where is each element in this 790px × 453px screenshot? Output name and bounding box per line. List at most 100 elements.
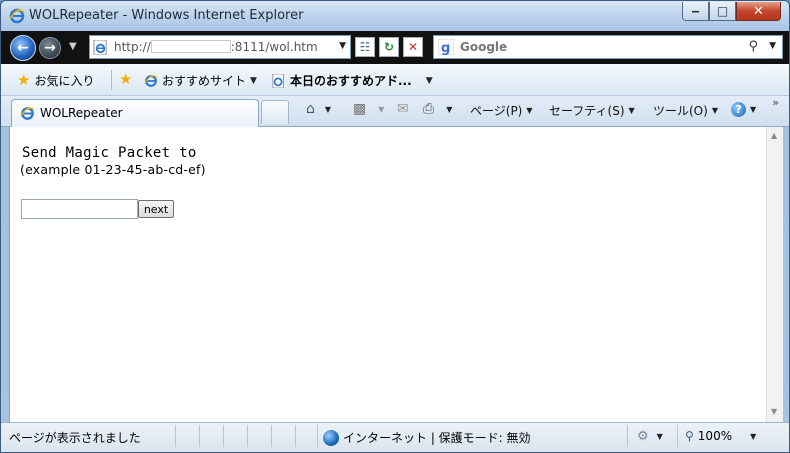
status-divider: [223, 425, 224, 447]
maximize-button[interactable]: □: [709, 2, 736, 21]
status-divider: [317, 425, 318, 447]
close-button[interactable]: ✕: [736, 2, 781, 21]
status-divider: [677, 425, 678, 447]
tab-row: WOLRepeater ⌂ ▼ ▩ ▼ ✉ ⎙ ▼ ページ(P) ▼ セーフティ…: [1, 96, 789, 127]
chevron-down-icon: ▼: [526, 106, 533, 115]
read-mail-button[interactable]: ✉: [397, 102, 409, 116]
zoom-control[interactable]: ⚲ 100% ▼: [685, 429, 756, 443]
refresh-button[interactable]: ↻: [379, 37, 399, 57]
feeds-button[interactable]: ▩ ▼: [353, 102, 384, 116]
google-logo-icon: g: [438, 39, 454, 55]
print-button[interactable]: ⎙ ▼: [423, 102, 452, 116]
add-favorites-button[interactable]: ★: [119, 72, 132, 87]
security-zone[interactable]: インターネット | 保護モード: 無効: [323, 429, 531, 446]
tools-menu-label: ツール(O): [653, 104, 708, 118]
forward-arrow-icon: →: [44, 40, 56, 56]
ie-link-icon: [144, 74, 158, 87]
ie-window: WOLRepeater - Windows Internet Explorer …: [0, 0, 790, 453]
compatibility-view-button[interactable]: ☷: [355, 37, 375, 57]
status-divider: [295, 425, 296, 447]
forward-button[interactable]: →: [39, 37, 61, 59]
chevron-down-icon: ▼: [750, 105, 757, 114]
back-button[interactable]: ←: [10, 35, 36, 61]
chevron-down-icon: ▼: [250, 75, 257, 86]
chevron-down-icon: ▼: [425, 75, 433, 86]
minimize-button[interactable]: ‒: [682, 2, 709, 21]
chevron-down-icon: ▼: [324, 104, 332, 114]
ie-logo-icon: [9, 8, 25, 24]
status-divider: [199, 425, 200, 447]
safety-menu[interactable]: セーフティ(S) ▼: [549, 102, 635, 119]
fav-item-suggested-sites[interactable]: おすすめサイト ▼: [144, 72, 257, 89]
page-content: Send Magic Packet to (example 01-23-45-a…: [9, 127, 782, 422]
internet-globe-icon: [323, 429, 339, 446]
rss-feed-icon: ▩: [353, 101, 367, 117]
favorites-star-icon: ★: [17, 71, 31, 89]
fav-item-label: おすすめサイト: [162, 74, 247, 88]
vertical-scrollbar[interactable]: ▲ ▼: [766, 127, 783, 422]
status-divider: [175, 425, 176, 447]
caption-buttons: ‒ □ ✕: [682, 2, 781, 22]
zoom-level: 100%: [697, 429, 733, 443]
minimize-icon: ‒: [691, 4, 700, 18]
chevron-down-icon: ▼: [750, 431, 757, 441]
home-button[interactable]: ⌂ ▼: [306, 102, 331, 116]
maximize-icon: □: [716, 4, 729, 18]
help-menu[interactable]: ? ▼: [731, 102, 756, 117]
navigation-bar: ← → ▼ http:// :8111/wol.htm ▼ ☷ ↻ ✕ g Goo…: [1, 31, 789, 64]
new-tab-button[interactable]: [261, 100, 289, 124]
page-ie-icon: [93, 40, 107, 55]
favorites-label: お気に入り: [34, 74, 95, 88]
url-suffix: :8111/wol.htm: [230, 40, 318, 54]
safety-menu-label: セーフティ(S): [549, 104, 625, 118]
scroll-down-icon[interactable]: ▼: [771, 407, 777, 416]
close-icon: ✕: [753, 3, 764, 19]
page-menu-label: ページ(P): [470, 104, 523, 118]
chevron-down-icon: ▼: [656, 432, 663, 441]
home-icon: ⌂: [306, 101, 315, 117]
tools-menu[interactable]: ツール(O) ▼: [653, 102, 718, 119]
favorites-bar: ★ お気に入り ★ おすすめサイト ▼ 本日のおすすめアド... ▼: [1, 64, 789, 96]
popup-shield-icon: ⚙: [637, 429, 649, 444]
refresh-icon: ↻: [383, 40, 395, 54]
printer-icon: ⎙: [423, 101, 435, 117]
zone-label: インターネット | 保護モード: 無効: [343, 431, 531, 445]
help-icon: ?: [731, 102, 746, 117]
add-favorites-star-icon: ★: [119, 70, 133, 88]
recent-pages-dropdown[interactable]: ▼: [69, 41, 77, 52]
status-bar: ページが表示されました インターネット | 保護モード: 無効 ⚙ ▼ ⚲ 10…: [1, 422, 789, 452]
next-button[interactable]: next: [138, 200, 174, 218]
ie-tab-icon: [20, 107, 35, 120]
search-box[interactable]: g Google ⚲ ▼: [433, 35, 783, 59]
chevron-down-icon: ▼: [378, 104, 385, 114]
stop-button[interactable]: ✕: [403, 37, 423, 57]
scroll-up-icon[interactable]: ▲: [771, 131, 777, 140]
search-engine-placeholder: Google: [460, 40, 508, 54]
address-bar[interactable]: http:// :8111/wol.htm ▼: [89, 35, 351, 59]
status-divider: [247, 425, 248, 447]
page-heading: Send Magic Packet to: [22, 145, 197, 161]
status-divider: [271, 425, 272, 447]
status-divider: [627, 425, 628, 447]
tab-wolrepeater[interactable]: WOLRepeater: [11, 99, 259, 127]
mac-example-text: (example 01-23-45-ab-cd-ef): [20, 162, 206, 177]
favorites-divider: [111, 70, 112, 90]
search-options-dropdown-icon[interactable]: ▼: [769, 41, 776, 51]
popup-blocker-button[interactable]: ⚙ ▼: [637, 429, 663, 444]
fav-item-label: 本日のおすすめアド...: [290, 74, 412, 88]
title-bar[interactable]: WOLRepeater - Windows Internet Explorer …: [1, 1, 789, 31]
tab-title: WOLRepeater: [40, 106, 123, 120]
favorites-button[interactable]: ★ お気に入り: [17, 72, 94, 89]
mac-address-input[interactable]: [21, 199, 138, 219]
url-prefix: http://: [114, 40, 151, 54]
fav-item-web-slice[interactable]: 本日のおすすめアド... ▼: [272, 72, 433, 89]
mail-icon: ✉: [397, 101, 409, 117]
chevron-down-icon: ▼: [446, 104, 453, 114]
more-commands-chevron-icon[interactable]: »: [772, 96, 779, 109]
search-magnifier-icon[interactable]: ⚲: [748, 39, 758, 54]
page-menu[interactable]: ページ(P) ▼: [470, 102, 533, 119]
compatibility-icon: ☷: [359, 40, 371, 54]
chevron-down-icon: ▼: [628, 106, 635, 115]
address-dropdown-icon[interactable]: ▼: [339, 41, 346, 51]
status-text: ページが表示されました: [9, 431, 141, 445]
